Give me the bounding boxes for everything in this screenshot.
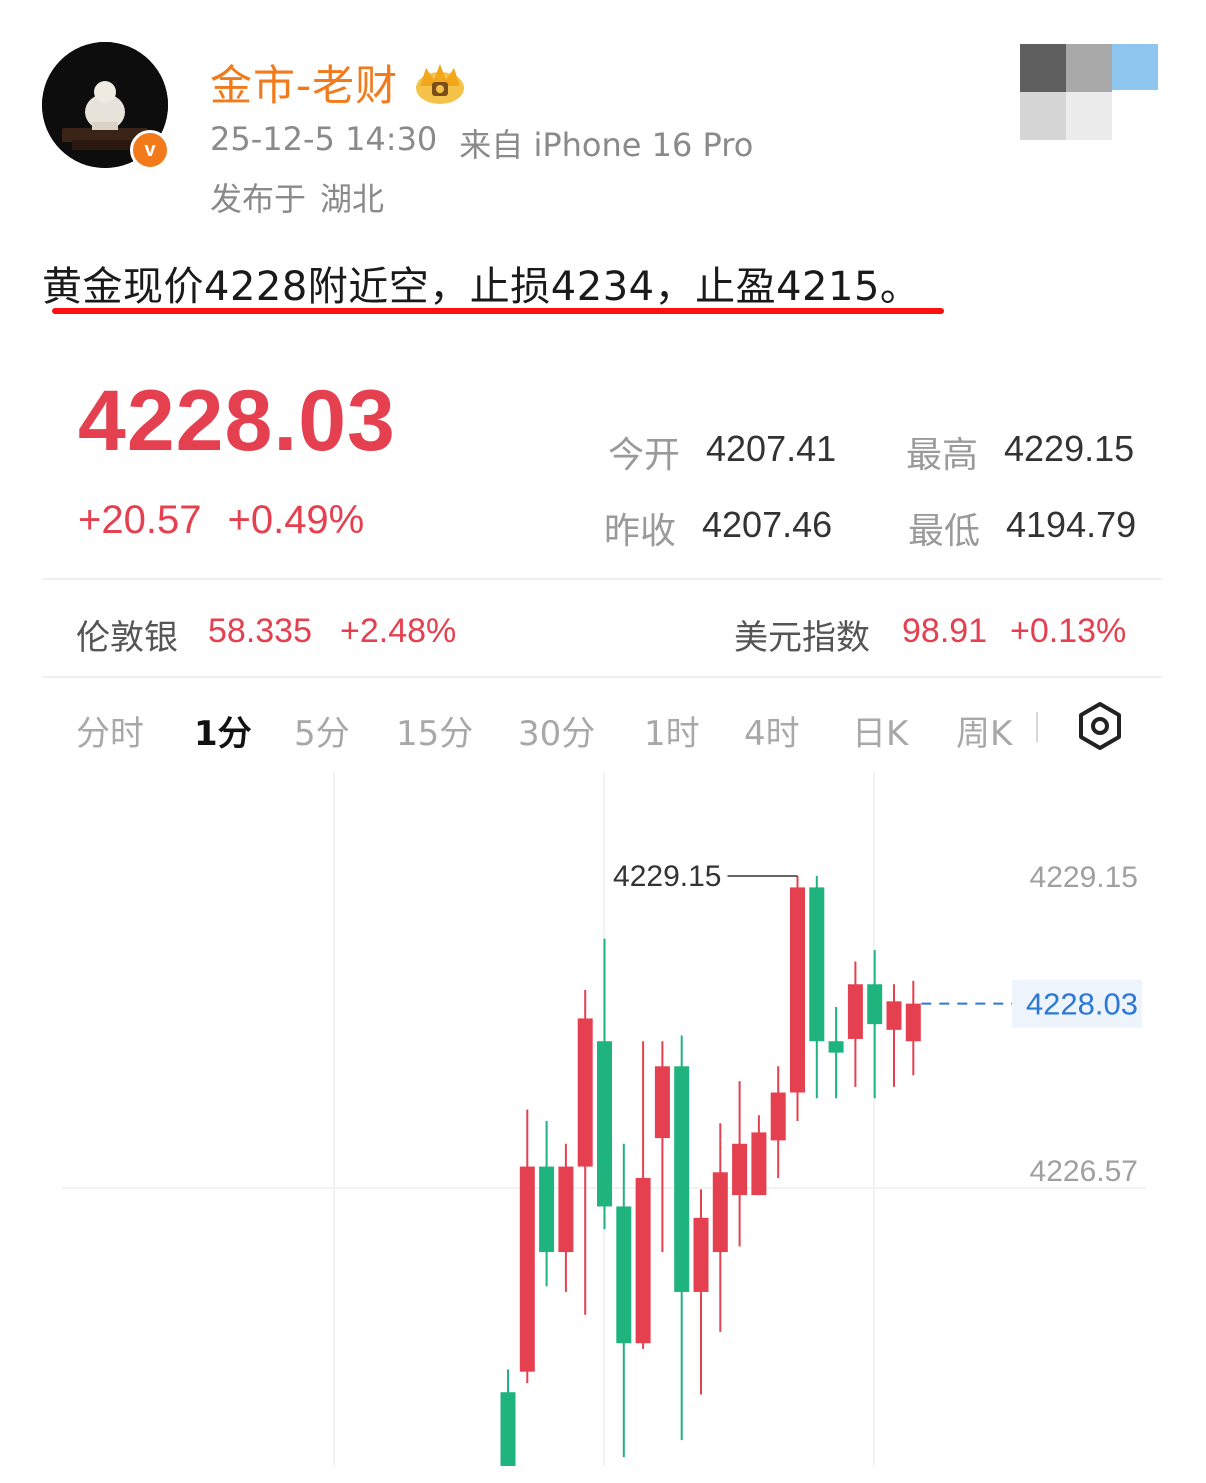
candle-up (770, 1092, 786, 1141)
candle-down (809, 887, 825, 1042)
chart-settings-icon[interactable] (1072, 698, 1128, 754)
candle-down (616, 1206, 632, 1344)
tab-week-k[interactable]: 周K (956, 706, 1012, 755)
ref-dxy-value: 98.91 (902, 612, 988, 650)
y-tick-label: 4226.57 (1030, 1155, 1138, 1188)
candle-up (847, 984, 863, 1039)
stat-high-value: 4229.15 (1004, 428, 1135, 469)
candle-up (577, 1018, 593, 1167)
candle-down (674, 1066, 690, 1292)
y-tick-label: 4229.15 (1030, 861, 1138, 894)
candle-up (712, 1172, 728, 1253)
post-location: 发布于 湖北 (210, 174, 384, 220)
stat-prev-close-value: 4207.46 (702, 504, 833, 545)
post-timestamp: 25-12-5 14:30 (210, 120, 438, 158)
tab-separator (1036, 712, 1038, 742)
tab-5min[interactable]: 5分 (294, 706, 350, 755)
stat-prev-close-label: 昨收 (604, 511, 677, 552)
ref-silver-change: +2.48% (340, 612, 457, 650)
current-price: 4228.03 (78, 373, 396, 469)
tab-4hour[interactable]: 4时 (744, 706, 800, 755)
candle-up (635, 1177, 651, 1344)
stat-open-label: 今开 (608, 435, 681, 476)
stat-open-value: 4207.41 (706, 428, 837, 469)
candle-down (828, 1041, 844, 1053)
post-text: 黄金现价4228附近空，止损4234，止盈4215。 (42, 264, 921, 310)
tab-30min[interactable]: 30分 (518, 706, 595, 755)
stat-low-label: 最低 (908, 511, 981, 552)
tab-1hour[interactable]: 1时 (644, 706, 700, 755)
price-change-row: +20.57 +0.49% (78, 498, 364, 543)
crown-vip-icon (416, 63, 465, 104)
location-name: 湖北 (320, 180, 385, 218)
candle-up (558, 1166, 574, 1253)
candle-up (654, 1066, 670, 1139)
candle-up (693, 1217, 709, 1292)
author-name[interactable]: 金市-老财 (210, 52, 398, 113)
highlight-underline (52, 308, 944, 314)
candle-down (597, 1041, 612, 1207)
stat-low-value: 4194.79 (1006, 504, 1137, 545)
blurred-badge-image (1020, 44, 1160, 140)
candle-up (905, 1003, 921, 1042)
location-prefix: 发布于 (210, 180, 307, 218)
author-row: 金市-老财 (210, 52, 468, 113)
ref-dxy-change: +0.13% (1010, 612, 1127, 650)
divider (42, 578, 1162, 580)
current-price-label: 4228.03 (1026, 987, 1138, 1022)
high-marker-label: 4229.15 (613, 860, 721, 893)
candle-down (867, 984, 883, 1025)
candle-up (886, 1001, 902, 1030)
price-change: +20.57 (78, 498, 202, 542)
tab-timeshare[interactable]: 分时 (76, 706, 144, 755)
tab-day-k[interactable]: 日K (852, 706, 908, 755)
ref-silver-label: 伦敦银 (76, 618, 178, 658)
candle-up (519, 1166, 535, 1372)
post-meta: 25-12-5 14:30 来自 iPhone 16 Pro (210, 120, 753, 166)
tab-1min[interactable]: 1分 (194, 706, 252, 755)
divider (42, 676, 1162, 678)
ref-silver-value: 58.335 (208, 612, 312, 650)
candle-up (732, 1143, 748, 1196)
candle-down (500, 1392, 516, 1466)
quote-panel: 4228.03 +20.57 +0.49% 今开 4207.41 最高 4229… (42, 346, 1162, 1466)
chart-svg: 4229.15 4228.03 4229.15 4226.57 (62, 772, 1146, 1466)
verified-badge-icon: v (130, 130, 170, 170)
tab-15min[interactable]: 15分 (396, 706, 473, 755)
stat-high-label: 最高 (906, 435, 979, 476)
candle-up (790, 887, 805, 1093)
candle-up (751, 1132, 767, 1196)
candle-down (539, 1166, 555, 1253)
candlestick-chart[interactable]: 4229.15 4228.03 4229.15 4226.57 (42, 772, 1162, 1466)
ref-dxy-label: 美元指数 (734, 618, 870, 658)
verified-badge-text: v (144, 138, 156, 161)
price-change-percent: +0.49% (227, 498, 365, 542)
post-source: 来自 iPhone 16 Pro (459, 126, 754, 164)
